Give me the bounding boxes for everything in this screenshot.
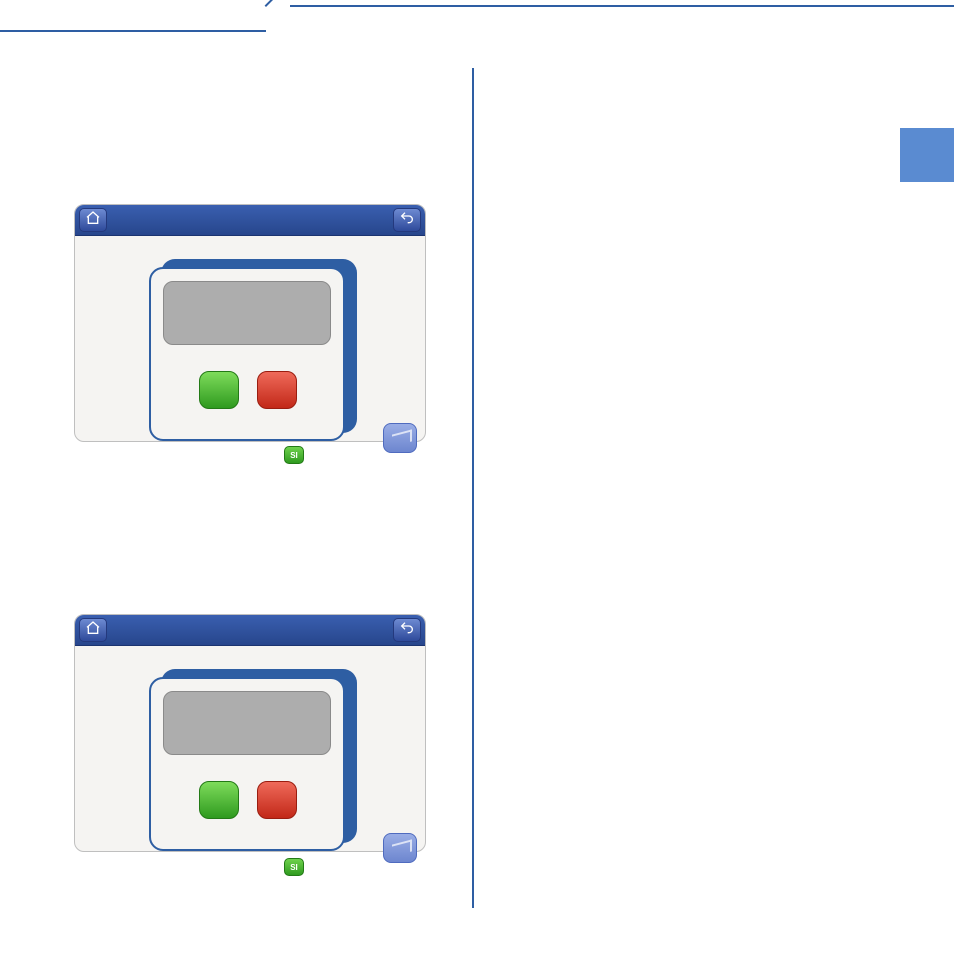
titlebar xyxy=(75,205,425,236)
yes-button[interactable] xyxy=(199,781,239,819)
touchscreen-device-2 xyxy=(74,614,426,852)
dropdown-button[interactable] xyxy=(383,423,417,453)
home-icon xyxy=(85,620,101,641)
no-button[interactable] xyxy=(257,781,297,819)
header-rule-left xyxy=(0,30,266,32)
home-button[interactable] xyxy=(79,618,107,642)
header-rule-right xyxy=(290,5,954,7)
header-rule-notch xyxy=(265,0,292,7)
return-arrow-icon xyxy=(399,620,415,641)
column-divider xyxy=(472,68,474,908)
yes-button[interactable] xyxy=(199,371,239,409)
dialog-display xyxy=(163,281,331,345)
dialog-display xyxy=(163,691,331,755)
confirmation-dialog xyxy=(149,267,345,441)
return-arrow-icon xyxy=(399,210,415,231)
si-chip[interactable]: SI xyxy=(284,858,304,876)
touchscreen-device-1 xyxy=(74,204,426,442)
confirmation-dialog xyxy=(149,677,345,851)
home-button[interactable] xyxy=(79,208,107,232)
no-button[interactable] xyxy=(257,371,297,409)
titlebar xyxy=(75,615,425,646)
si-chip[interactable]: SI xyxy=(284,446,304,464)
dropdown-button[interactable] xyxy=(383,833,417,863)
page-edge-tab xyxy=(900,128,954,182)
back-button[interactable] xyxy=(393,208,421,232)
back-button[interactable] xyxy=(393,618,421,642)
home-icon xyxy=(85,210,101,231)
